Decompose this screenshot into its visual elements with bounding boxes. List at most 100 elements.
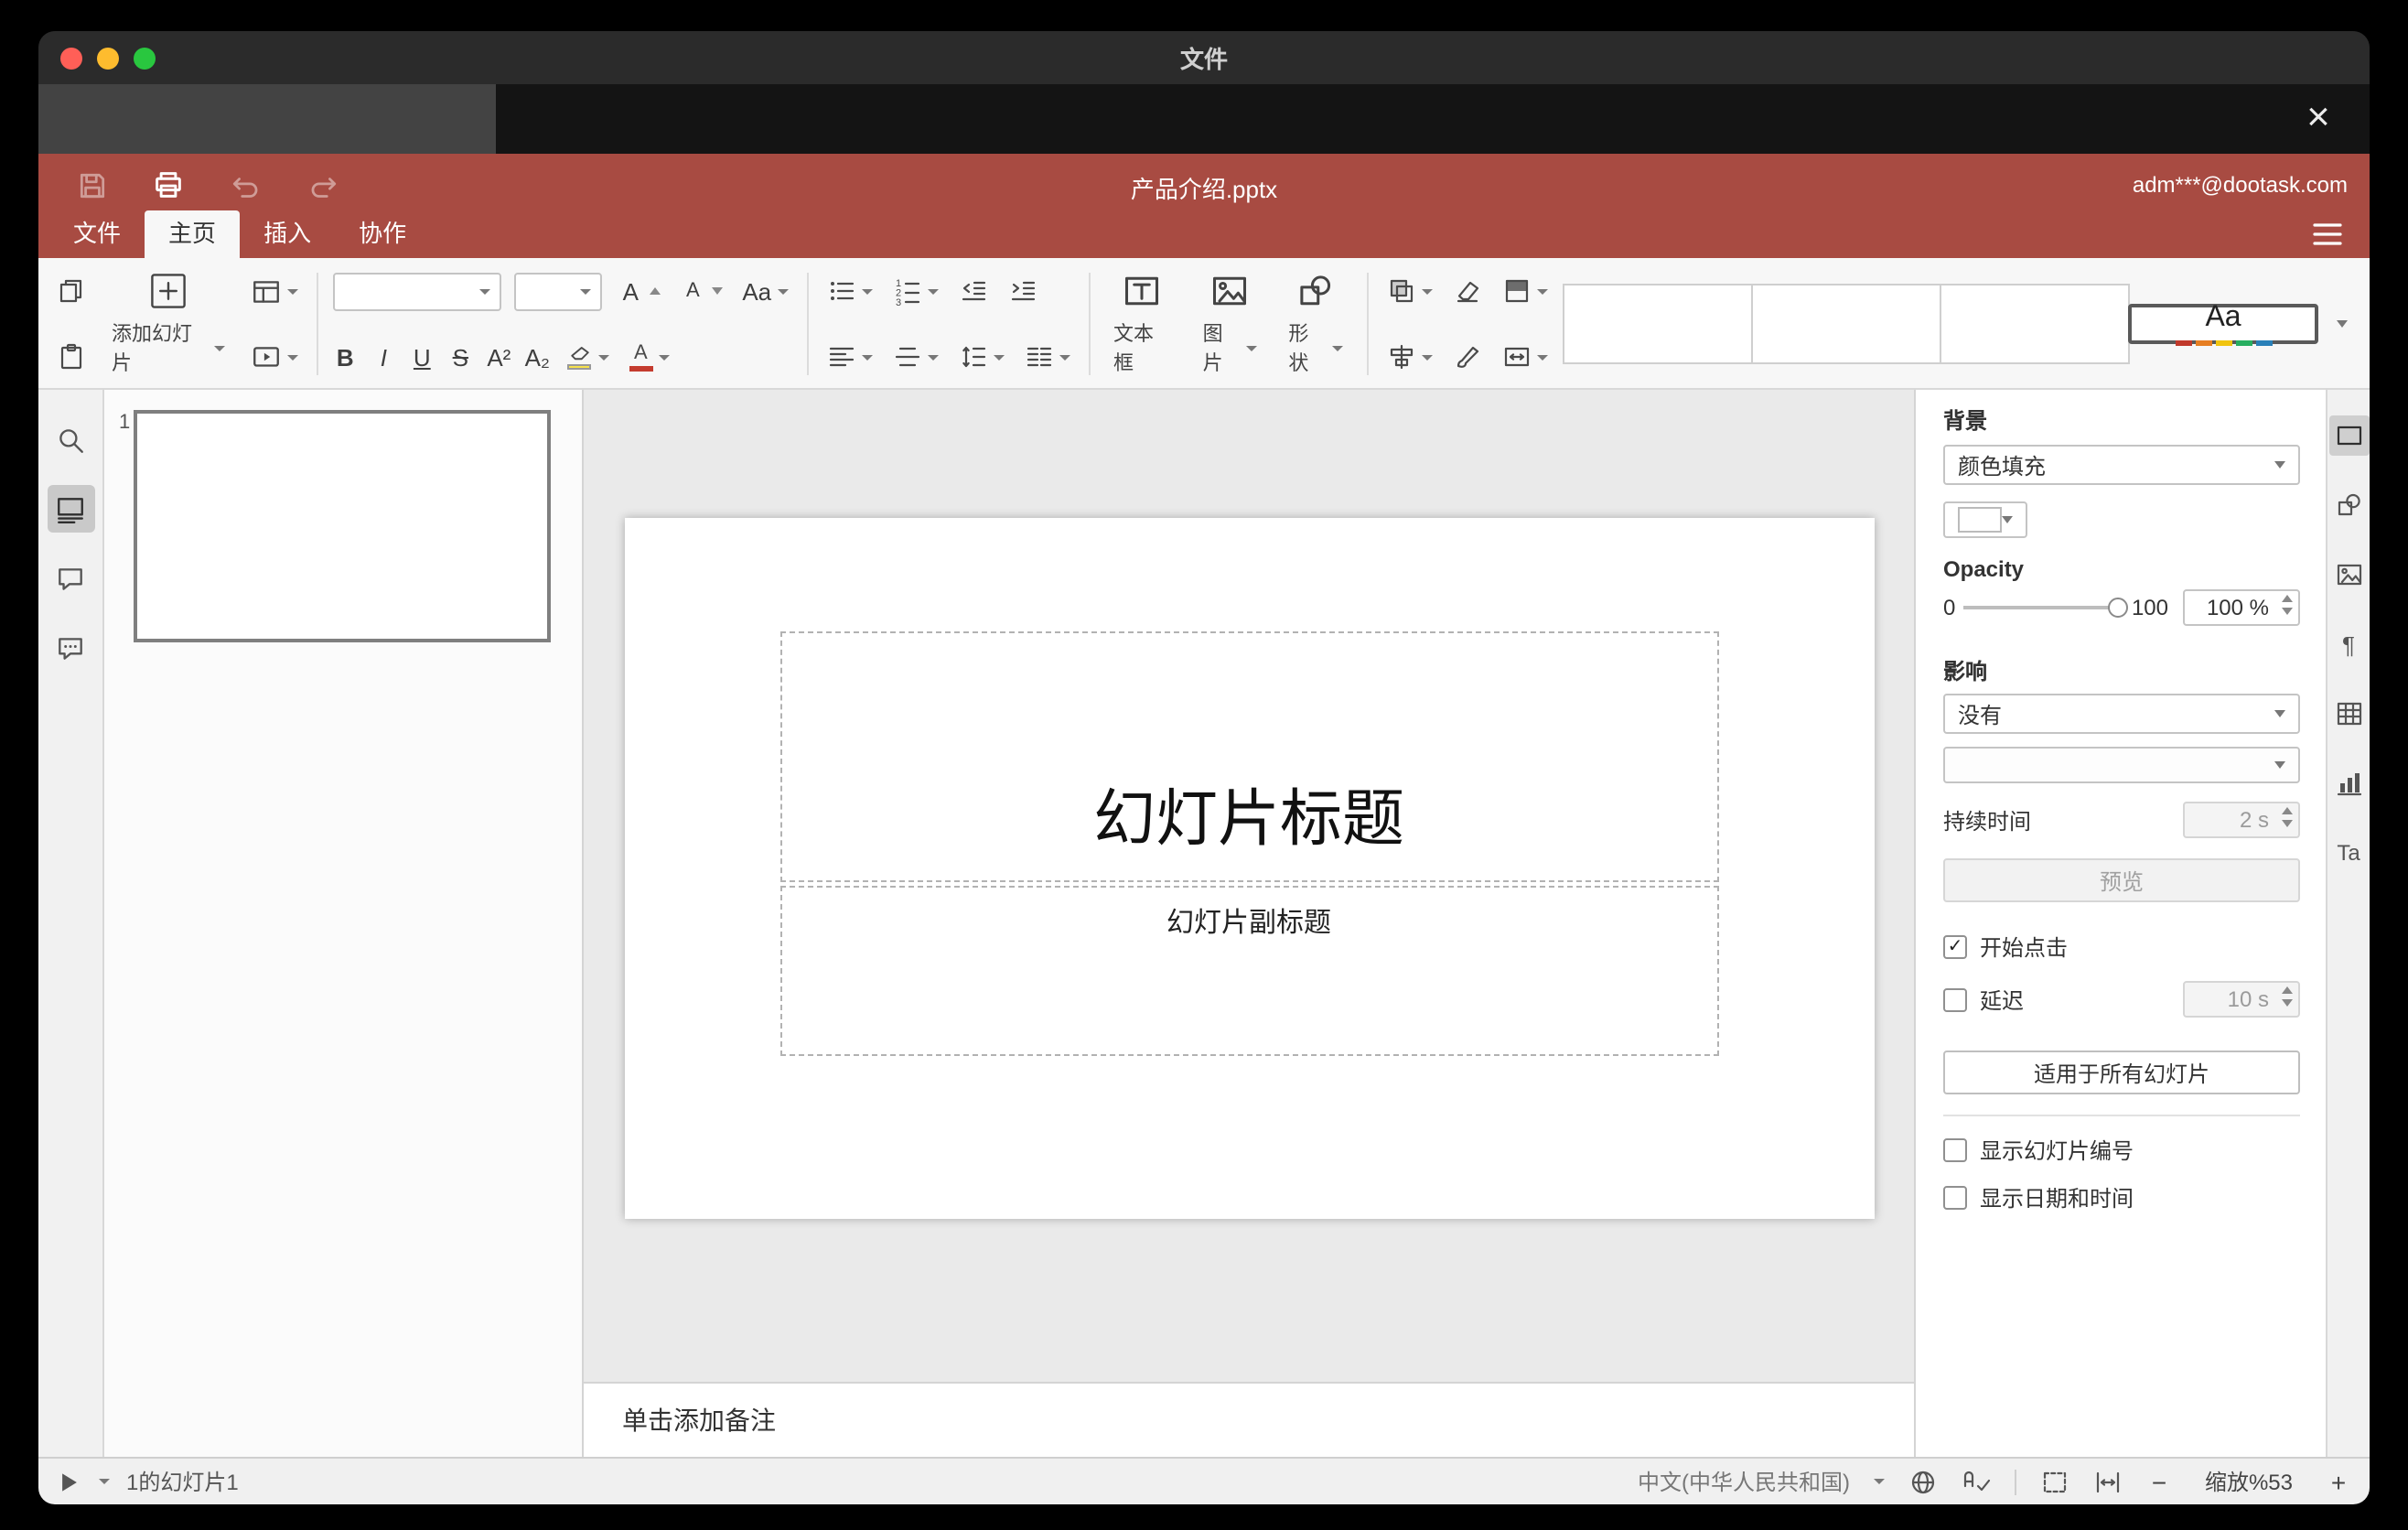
language-label[interactable]: 中文(中华人民共和国): [1638, 1466, 1850, 1497]
search-icon[interactable]: [47, 415, 94, 463]
theme-tile[interactable]: [1563, 284, 1754, 364]
spellcheck-icon[interactable]: [1962, 1467, 1991, 1496]
decrease-indent-button[interactable]: [954, 271, 991, 311]
strikethrough-button[interactable]: S: [447, 343, 473, 371]
opacity-slider[interactable]: [1962, 598, 2128, 618]
start-slideshow-button[interactable]: [246, 337, 301, 377]
insert-shape-button[interactable]: 形状: [1279, 267, 1352, 381]
slide-thumbnail[interactable]: [134, 410, 551, 642]
background-fill-select[interactable]: 颜色填充: [1943, 445, 2300, 485]
minimize-window-button[interactable]: [97, 47, 119, 69]
increase-font-button[interactable]: A: [614, 271, 663, 311]
background-color-select[interactable]: [1943, 501, 2027, 538]
tab-collaboration[interactable]: 协作: [335, 210, 430, 258]
color-scheme-button[interactable]: [1499, 271, 1552, 311]
clear-style-icon[interactable]: [1449, 271, 1486, 311]
slide-size-button[interactable]: [1499, 337, 1552, 377]
theme-tile-selected[interactable]: Aa: [2128, 302, 2319, 346]
copy-icon[interactable]: [53, 271, 90, 311]
font-color-button[interactable]: A: [625, 337, 672, 377]
undo-icon[interactable]: [227, 167, 263, 203]
theme-tile[interactable]: [1940, 284, 2131, 364]
document-language-icon[interactable]: [1908, 1467, 1938, 1496]
tab-home[interactable]: 主页: [145, 210, 241, 258]
effect-type-select[interactable]: [1943, 747, 2300, 783]
delay-input[interactable]: 10 s: [2183, 981, 2300, 1018]
paste-icon[interactable]: [53, 337, 90, 377]
insert-image-button[interactable]: 图片: [1194, 267, 1267, 381]
delay-checkbox[interactable]: [1943, 987, 1967, 1011]
slide-subtitle-placeholder[interactable]: 幻灯片副标题: [779, 886, 1718, 1056]
account-email: adm***@dootask.com: [2132, 172, 2348, 198]
bullet-list-button[interactable]: [822, 271, 876, 311]
apply-to-all-slides-button[interactable]: 适用于所有幻灯片: [1943, 1051, 2300, 1094]
close-window-button[interactable]: [60, 47, 82, 69]
paragraph-settings-icon[interactable]: ¶: [2328, 624, 2369, 664]
table-settings-icon[interactable]: [2328, 694, 2369, 734]
opacity-input[interactable]: 100 %: [2183, 589, 2300, 626]
effect-select[interactable]: 没有: [1943, 694, 2300, 734]
horizontal-align-button[interactable]: [822, 337, 876, 377]
italic-button[interactable]: I: [371, 343, 396, 371]
start-on-click-checkbox[interactable]: ✓: [1943, 935, 1967, 959]
spinner-arrows-icon[interactable]: [2282, 595, 2293, 615]
tab-file[interactable]: 文件: [49, 210, 145, 258]
insert-textbox-button[interactable]: 文本框: [1104, 267, 1181, 381]
chevron-down-icon[interactable]: [1874, 1479, 1885, 1484]
slide-title-placeholder[interactable]: 幻灯片标题: [779, 631, 1718, 882]
align-shape-button[interactable]: [1383, 337, 1436, 377]
close-icon[interactable]: ×: [2293, 92, 2344, 143]
highlight-color-button[interactable]: [563, 337, 612, 377]
chart-settings-icon[interactable]: [2328, 763, 2369, 803]
fit-width-icon[interactable]: [2093, 1467, 2123, 1496]
theme-tile[interactable]: [1751, 284, 1942, 364]
theme-gallery-expand-button[interactable]: [2337, 320, 2349, 328]
change-case-button[interactable]: Aa: [738, 271, 791, 311]
increase-indent-button[interactable]: [1004, 271, 1040, 311]
font-size-select[interactable]: [513, 272, 602, 310]
superscript-button[interactable]: A²: [486, 343, 511, 371]
hamburger-menu-icon[interactable]: [2311, 221, 2344, 247]
start-slideshow-icon[interactable]: [57, 1469, 82, 1494]
shape-settings-icon[interactable]: [2328, 485, 2369, 525]
font-name-select[interactable]: [332, 272, 501, 310]
effect-label: 影响: [1943, 659, 1988, 684]
show-datetime-checkbox[interactable]: [1943, 1186, 1967, 1210]
numbered-list-button[interactable]: 123: [888, 271, 941, 311]
save-icon[interactable]: [73, 167, 110, 203]
chat-icon[interactable]: [47, 624, 94, 672]
slide[interactable]: 幻灯片标题 幻灯片副标题: [624, 518, 1874, 1219]
decrease-font-button[interactable]: A: [676, 271, 726, 311]
print-icon[interactable]: [150, 167, 187, 203]
zoom-out-button[interactable]: −: [2146, 1467, 2172, 1496]
arrange-shape-button[interactable]: [1383, 271, 1436, 311]
vertical-align-button[interactable]: [888, 337, 941, 377]
slide-settings-icon[interactable]: [2328, 415, 2369, 456]
copy-style-icon[interactable]: [1449, 337, 1486, 377]
slide-layout-button[interactable]: [246, 271, 301, 311]
duration-input[interactable]: 2 s: [2183, 802, 2300, 838]
slide-thumbnails-panel: 1: [104, 390, 584, 1457]
comments-icon[interactable]: [47, 555, 94, 602]
columns-button[interactable]: [1020, 337, 1073, 377]
show-slide-number-checkbox[interactable]: [1943, 1138, 1967, 1162]
redo-icon[interactable]: [304, 167, 340, 203]
subscript-button[interactable]: A₂: [524, 343, 550, 371]
notes-area[interactable]: 单击添加备注: [584, 1382, 1914, 1457]
fit-slide-icon[interactable]: [2040, 1467, 2069, 1496]
zoom-in-button[interactable]: +: [2326, 1467, 2351, 1496]
preview-button[interactable]: 预览: [1943, 858, 2300, 902]
slide-canvas[interactable]: 幻灯片标题 幻灯片副标题: [584, 390, 1914, 1382]
line-spacing-button[interactable]: [954, 337, 1007, 377]
slides-panel-icon[interactable]: [47, 485, 94, 533]
zoom-level[interactable]: 缩放%53: [2196, 1466, 2302, 1497]
tab-insert[interactable]: 插入: [240, 210, 335, 258]
opacity-slider-knob[interactable]: [2107, 598, 2128, 618]
bold-button[interactable]: B: [332, 343, 358, 371]
add-slide-button[interactable]: 添加幻灯片: [102, 267, 233, 381]
maximize-window-button[interactable]: [134, 47, 156, 69]
textart-settings-icon[interactable]: Ta: [2328, 833, 2369, 873]
image-settings-icon[interactable]: [2328, 555, 2369, 595]
chevron-down-icon[interactable]: [99, 1479, 110, 1484]
underline-button[interactable]: U: [409, 343, 435, 371]
